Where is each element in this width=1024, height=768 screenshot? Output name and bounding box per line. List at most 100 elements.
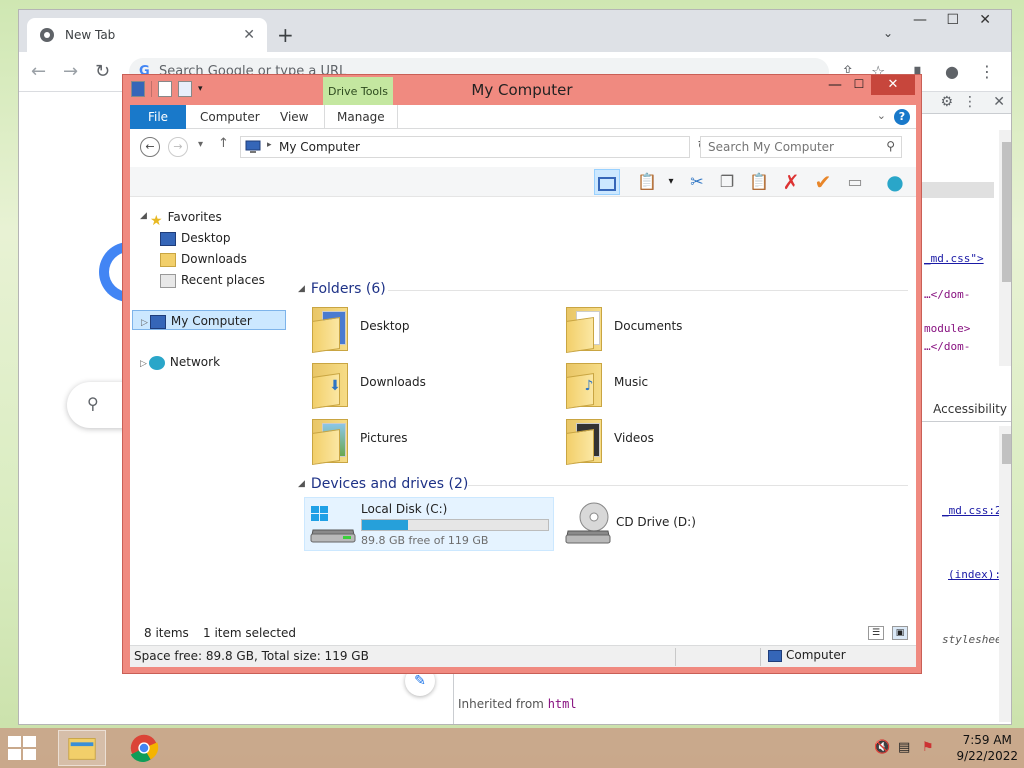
folder-tile[interactable]: ♪ Music [564,359,784,411]
devtools-menu-icon[interactable]: ⋮ [963,94,977,110]
chrome-taskbar-button[interactable] [120,730,168,766]
tab-accessibility[interactable]: Accessibility [933,402,1007,416]
ribbon-tabs: File Computer View Manage ⌄ ? [130,105,916,129]
copy-icon[interactable]: ❐ [714,169,740,195]
expand-arrow-icon[interactable]: ▷ [140,359,147,369]
collapse-arrow-icon[interactable]: ◢ [298,479,305,489]
devices-group-header[interactable]: ◢ Devices and drives (2) [298,476,468,492]
drive-name: Local Disk (C:) [361,502,448,516]
breadcrumb-separator-icon[interactable]: ▸ [267,140,272,150]
recent-locations-icon[interactable]: ▾ [198,139,203,150]
network-tray-icon[interactable]: ▤ [898,740,910,755]
devtools-styles-scrollbar[interactable] [999,426,1011,722]
folder-tile[interactable]: Documents [564,303,784,355]
explorer-titlebar[interactable]: ▾ Drive Tools My Computer — ☐ ✕ [123,75,921,107]
collapse-arrow-icon[interactable]: ◢ [140,211,147,221]
maximize-button[interactable]: ☐ [847,77,871,91]
desktop-folder-icon [310,305,350,353]
computer-icon [768,649,782,662]
preview-pane-icon[interactable] [594,169,620,195]
drive-tile-local-disk[interactable]: Local Disk (C:) 89.8 GB free of 119 GB [304,497,554,551]
location-zone: Computer [768,648,846,662]
volume-muted-icon[interactable]: 🔇 [874,740,890,755]
chrome-tabstrip: New Tab ✕ + ⌄ — ☐ ✕ [19,10,1011,52]
breadcrumb[interactable]: My Computer [279,140,360,154]
expand-arrow-icon[interactable]: ▷ [141,318,148,328]
reload-icon[interactable]: ↻ [95,61,110,82]
expand-ribbon-chevron-icon[interactable]: ⌄ [877,109,886,122]
chrome-tab-new-tab[interactable]: New Tab ✕ [27,18,267,52]
address-input[interactable]: ▸ My Computer ⌄ [240,136,789,158]
clock[interactable]: 7:59 AM 9/22/2022 [956,732,1018,764]
nav-item-recent-places[interactable]: Recent places [160,270,265,290]
space-info: Space free: 89.8 GB, Total size: 119 GB [134,649,369,663]
music-folder-icon: ♪ [564,361,604,409]
drive-tile-cd-drive[interactable]: CD Drive (D:) [560,497,760,551]
rename-check-icon[interactable]: ✔ [810,169,836,195]
folder-tile[interactable]: Pictures [310,415,530,467]
devtools-code-line[interactable]: module> [924,322,970,335]
new-tab-button[interactable]: + [277,23,294,47]
properties-icon[interactable]: 📋 [634,169,660,195]
nav-item-favorites[interactable]: ★ Favorites [150,207,222,229]
nav-item-my-computer[interactable]: ▷ My Computer [132,310,286,330]
paste-icon[interactable]: 📋 [746,169,772,195]
back-button[interactable]: ← [140,137,160,157]
gear-icon[interactable]: ⚙ [940,94,953,110]
details-view-icon[interactable]: ☰ [868,626,884,640]
up-arrow-icon[interactable]: ↑ [218,136,229,151]
nav-item-desktop[interactable]: Desktop [160,228,231,248]
network-globe-icon[interactable]: ● [882,169,908,195]
profile-avatar-icon[interactable]: ● [945,62,959,81]
drive-usage-fill [362,520,408,530]
properties-dropdown-icon[interactable]: ▾ [658,169,684,195]
delete-icon[interactable]: ✗ [778,169,804,195]
folder-tile[interactable]: Desktop [310,303,530,355]
chrome-maximize-button[interactable]: ☐ [946,12,959,28]
tab-file[interactable]: File [130,105,186,129]
chrome-favicon-icon [40,28,54,42]
start-button[interactable] [8,736,38,760]
desktop-icon [160,231,176,246]
devtools-scrollbar[interactable] [999,130,1011,366]
chrome-minimize-button[interactable]: — [913,12,927,28]
devtools-code-line[interactable]: _md.css"> [924,252,984,265]
navigation-pane: ◢ ★ Favorites Desktop Downloads Recent pl… [130,197,290,645]
collapse-arrow-icon[interactable]: ◢ [298,284,305,294]
tab-computer[interactable]: Computer [188,105,272,129]
nav-item-downloads[interactable]: Downloads [160,249,247,269]
search-icon: ⚲ [87,394,99,413]
map-drive-icon[interactable]: ▭ [842,169,868,195]
window-title: My Computer [471,81,573,99]
nav-item-network[interactable]: ▷ Network [140,352,220,372]
folders-group-header[interactable]: ◢ Folders (6) [298,281,386,297]
back-arrow-icon[interactable]: ← [31,61,46,82]
chrome-menu-icon[interactable]: ⋮ [979,62,995,81]
large-icons-view-icon[interactable]: ▣ [892,626,908,640]
address-toolbar: ← → ▾ ↑ ▸ My Computer ⌄ ↻ ⚲ [130,129,916,167]
action-center-icon[interactable]: ⚑ [922,740,934,755]
tab-search-chevron-icon[interactable]: ⌄ [883,26,893,40]
chrome-close-button[interactable]: ✕ [979,12,991,28]
devtools-code-line[interactable]: …</dom- [924,340,970,353]
search-box[interactable]: ⚲ [700,136,902,158]
recent-places-icon [160,273,176,288]
devtools-code-line[interactable]: …</dom- [924,288,970,301]
minimize-button[interactable]: — [823,77,847,93]
file-explorer-taskbar-button[interactable] [58,730,106,766]
inherited-tag[interactable]: html [548,697,577,711]
help-icon[interactable]: ? [894,109,910,125]
close-tab-icon[interactable]: ✕ [243,27,255,43]
forward-button[interactable]: → [168,137,188,157]
file-explorer-icon [68,738,96,760]
close-icon[interactable]: ✕ [993,94,1005,110]
search-input[interactable] [701,137,881,157]
tab-manage[interactable]: Manage [324,105,398,129]
pictures-folder-icon [310,417,350,465]
tab-view[interactable]: View [268,105,320,129]
close-button[interactable]: ✕ [871,75,915,95]
forward-arrow-icon[interactable]: → [63,61,78,82]
folder-tile[interactable]: Videos [564,415,784,467]
cut-icon[interactable]: ✂ [684,169,710,195]
folder-tile[interactable]: ⬇ Downloads [310,359,530,411]
